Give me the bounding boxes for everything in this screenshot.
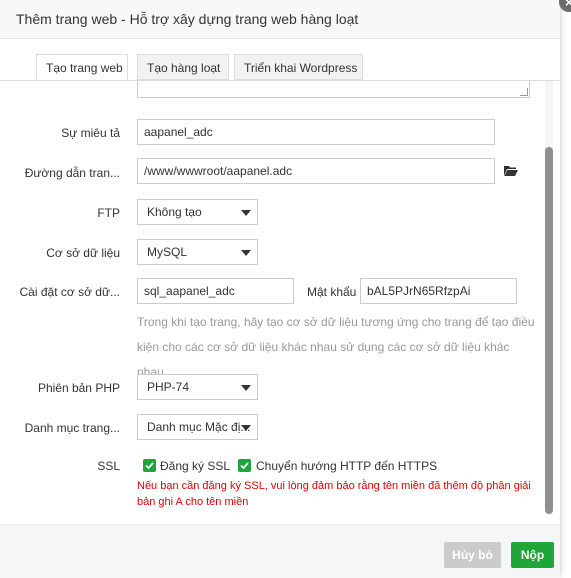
cancel-button[interactable]: Hủy bỏ [444, 542, 501, 568]
form-content: Sự miêu tả aapanel_adc Đường dẫn tran...… [0, 81, 545, 514]
tab-deploy-wordpress[interactable]: Triển khai Wordpress [234, 54, 363, 80]
database-label: Cơ sở dữ liệu [46, 246, 120, 260]
chevron-down-icon [241, 210, 251, 216]
category-select-value: Danh mục Mặc đị... [147, 420, 251, 434]
path-input[interactable]: /www/wwwroot/aapanel.adc [137, 158, 495, 184]
check-icon [240, 462, 249, 470]
ftp-label: FTP [97, 206, 120, 220]
https-redirect-label: Chuyển hướng HTTP đến HTTPS [256, 459, 438, 473]
php-select[interactable]: PHP-74 [137, 374, 258, 400]
tab-create-site[interactable]: Tạo trang web [36, 54, 128, 80]
php-select-value: PHP-74 [147, 380, 190, 394]
dialog-title: Thêm trang web - Hỗ trợ xây dựng trang w… [16, 11, 359, 27]
description-label: Sự miêu tả [61, 126, 120, 140]
db-password-input[interactable]: bAL5PJrN65RfzpAi [360, 278, 517, 304]
ftp-select-value: Không tạo [147, 205, 202, 219]
db-name-input[interactable]: sql_aapanel_adc [137, 278, 294, 304]
php-label: Phiên bản PHP [37, 381, 120, 395]
description-input[interactable]: aapanel_adc [137, 119, 495, 145]
https-redirect-checkbox[interactable] [238, 459, 251, 472]
ssl-label: SSL [97, 459, 120, 473]
check-icon [145, 462, 154, 470]
tab-batch-create[interactable]: Tạo hàng loạt [137, 54, 229, 80]
chevron-down-icon [241, 425, 251, 431]
database-select-value: MySQL [147, 245, 188, 259]
category-select[interactable]: Danh mục Mặc đị... [137, 414, 258, 440]
database-select[interactable]: MySQL [137, 239, 258, 265]
scrollbar-thumb[interactable] [545, 147, 553, 514]
close-icon[interactable]: × [559, 0, 571, 12]
path-label: Đường dẫn tran... [24, 166, 120, 180]
submit-button[interactable]: Nộp [511, 542, 554, 568]
folder-open-icon[interactable] [504, 165, 518, 177]
ssl-warning: Nếu bạn cần đăng ký SSL, vui lòng đảm bả… [137, 480, 531, 508]
resize-handle-icon[interactable] [520, 88, 528, 96]
db-password-label: Mật khẩu [307, 285, 357, 299]
dialog-footer: Hủy bỏ Nộp [0, 524, 560, 578]
chevron-down-icon [241, 250, 251, 256]
ftp-select[interactable]: Không tạo [137, 199, 258, 225]
db-hint-line-1: Trong khi tạo trang, hãy tạo cơ sở dữ li… [137, 315, 535, 329]
ssl-register-checkbox[interactable] [143, 459, 156, 472]
dialog-titlebar: Thêm trang web - Hỗ trợ xây dựng trang w… [0, 0, 560, 39]
domain-textarea[interactable] [137, 81, 530, 98]
db-settings-label: Cài đặt cơ sở dữ... [19, 285, 120, 299]
category-label: Danh mục trang... [24, 421, 120, 435]
ssl-register-label: Đăng ký SSL [160, 459, 231, 473]
form-scrollbar[interactable] [545, 81, 553, 514]
add-site-dialog: Thêm trang web - Hỗ trợ xây dựng trang w… [0, 0, 560, 578]
chevron-down-icon [241, 385, 251, 391]
